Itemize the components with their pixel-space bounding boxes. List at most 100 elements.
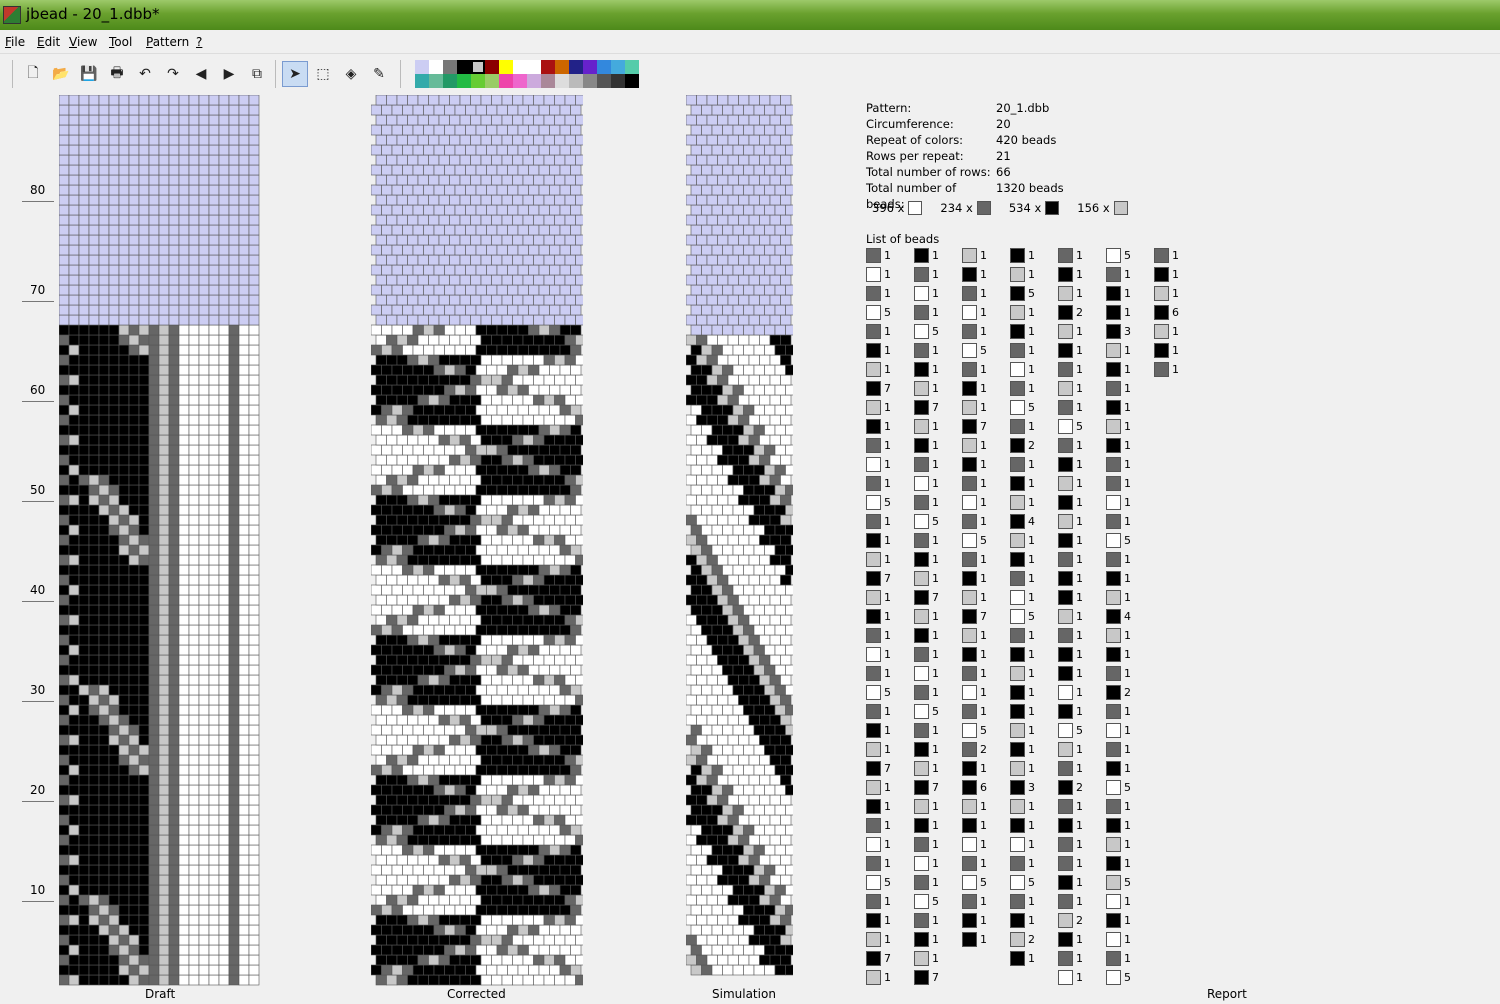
corrected-bead[interactable] <box>543 574 555 586</box>
corrected-bead[interactable] <box>459 774 471 786</box>
draft-bead[interactable] <box>59 474 70 486</box>
simulation-bead[interactable] <box>753 584 765 596</box>
corrected-bead[interactable] <box>543 294 555 306</box>
corrected-bead[interactable] <box>507 544 519 556</box>
simulation-bead[interactable] <box>706 854 718 866</box>
draft-bead[interactable] <box>138 414 150 426</box>
corrected-bead[interactable] <box>475 104 487 116</box>
corrected-bead[interactable] <box>538 204 550 216</box>
draft-bead[interactable] <box>88 144 100 156</box>
corrected-bead[interactable] <box>433 224 445 236</box>
draft-bead[interactable] <box>168 464 180 476</box>
corrected-bead[interactable] <box>412 144 424 156</box>
draft-bead[interactable] <box>158 914 170 926</box>
draft-bead[interactable] <box>238 194 250 206</box>
corrected-bead[interactable] <box>496 644 508 656</box>
corrected-bead[interactable] <box>480 614 492 626</box>
corrected-bead[interactable] <box>402 884 414 896</box>
simulation-bead[interactable] <box>727 534 739 546</box>
simulation-bead[interactable] <box>764 684 776 696</box>
corrected-bead[interactable] <box>396 254 408 266</box>
corrected-bead[interactable] <box>480 174 492 186</box>
corrected-bead[interactable] <box>575 734 584 746</box>
corrected-bead[interactable] <box>470 634 482 646</box>
corrected-bead[interactable] <box>575 214 584 226</box>
draft-bead[interactable] <box>228 424 240 436</box>
corrected-bead[interactable] <box>459 694 471 706</box>
corrected-bead[interactable] <box>486 844 498 856</box>
corrected-bead[interactable] <box>554 274 566 286</box>
corrected-bead[interactable] <box>517 604 529 616</box>
corrected-bead[interactable] <box>507 344 519 356</box>
simulation-bead[interactable] <box>690 184 702 196</box>
simulation-bead[interactable] <box>701 744 713 756</box>
palette-color-swatch[interactable] <box>569 74 583 88</box>
simulation-bead[interactable] <box>706 514 718 526</box>
corrected-bead[interactable] <box>391 544 403 556</box>
draft-bead[interactable] <box>238 234 250 246</box>
draft-bead[interactable] <box>178 704 190 716</box>
corrected-bead[interactable] <box>480 894 492 906</box>
draft-bead[interactable] <box>98 284 110 296</box>
draft-bead[interactable] <box>138 884 150 896</box>
simulation-bead[interactable] <box>785 484 794 496</box>
corrected-bead[interactable] <box>522 914 534 926</box>
draft-bead[interactable] <box>218 534 230 546</box>
corrected-bead[interactable] <box>522 414 534 426</box>
draft-bead[interactable] <box>98 274 110 286</box>
draft-bead[interactable] <box>228 864 240 876</box>
corrected-bead[interactable] <box>491 414 503 426</box>
draft-bead[interactable] <box>168 374 180 386</box>
draft-bead[interactable] <box>128 534 140 546</box>
draft-bead[interactable] <box>88 294 100 306</box>
simulation-bead[interactable] <box>759 174 771 186</box>
simulation-bead[interactable] <box>759 414 771 426</box>
simulation-bead[interactable] <box>769 274 781 286</box>
corrected-bead[interactable] <box>423 764 435 776</box>
corrected-bead[interactable] <box>570 144 582 156</box>
simulation-bead[interactable] <box>785 464 794 476</box>
draft-bead[interactable] <box>148 694 160 706</box>
draft-bead[interactable] <box>218 394 230 406</box>
draft-bead[interactable] <box>128 254 140 266</box>
draft-bead[interactable] <box>198 674 210 686</box>
draft-bead[interactable] <box>68 294 80 306</box>
draft-bead[interactable] <box>118 274 130 286</box>
corrected-bead[interactable] <box>528 344 540 356</box>
corrected-bead[interactable] <box>575 774 584 786</box>
simulation-bead[interactable] <box>727 414 739 426</box>
corrected-bead[interactable] <box>465 684 477 696</box>
draft-bead[interactable] <box>218 864 230 876</box>
corrected-bead[interactable] <box>543 774 555 786</box>
corrected-bead[interactable] <box>517 904 529 916</box>
corrected-bead[interactable] <box>486 484 498 496</box>
draft-bead[interactable] <box>238 404 250 416</box>
simulation-bead[interactable] <box>738 754 750 766</box>
corrected-bead[interactable] <box>538 224 550 236</box>
simulation-bead[interactable] <box>738 934 750 946</box>
corrected-bead[interactable] <box>402 184 414 196</box>
corrected-bead[interactable] <box>438 754 450 766</box>
corrected-bead[interactable] <box>470 954 482 966</box>
corrected-bead[interactable] <box>512 774 524 786</box>
corrected-bead[interactable] <box>396 794 408 806</box>
draft-bead[interactable] <box>138 484 150 496</box>
corrected-bead[interactable] <box>381 444 393 456</box>
corrected-bead[interactable] <box>559 264 571 276</box>
corrected-bead[interactable] <box>564 894 576 906</box>
corrected-bead[interactable] <box>517 684 529 696</box>
corrected-bead[interactable] <box>428 634 440 646</box>
simulation-bead[interactable] <box>785 164 794 176</box>
draft-bead[interactable] <box>78 674 90 686</box>
draft-bead[interactable] <box>228 314 240 326</box>
simulation-bead[interactable] <box>753 944 765 956</box>
corrected-bead[interactable] <box>517 964 529 976</box>
draft-bead[interactable] <box>148 674 160 686</box>
draft-bead[interactable] <box>59 774 70 786</box>
draft-bead[interactable] <box>78 464 90 476</box>
simulation-bead[interactable] <box>706 494 718 506</box>
simulation-bead[interactable] <box>785 104 794 116</box>
simulation-bead[interactable] <box>743 324 755 336</box>
draft-bead[interactable] <box>248 554 260 566</box>
simulation-bead[interactable] <box>722 764 734 776</box>
